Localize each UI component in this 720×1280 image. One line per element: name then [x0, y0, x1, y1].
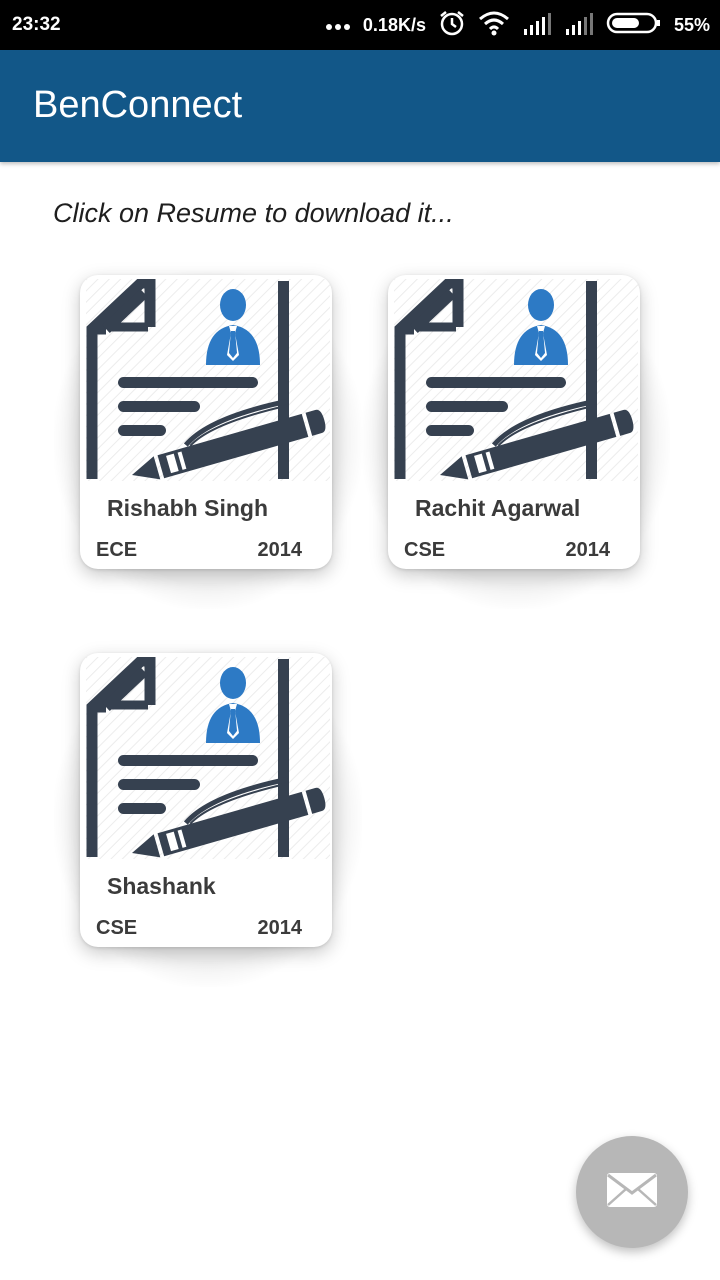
- resume-card[interactable]: Rishabh Singh ECE 2014: [80, 275, 332, 569]
- status-icons: 0.18K/s 55%: [325, 10, 710, 40]
- resume-icon: [86, 657, 330, 859]
- status-time: 23:32: [12, 14, 61, 35]
- resume-year: 2014: [257, 539, 303, 561]
- resume-year: 2014: [257, 917, 303, 939]
- status-bar: 23:32 0.18K/s 55%: [0, 0, 720, 50]
- resume-branch: CSE: [404, 539, 446, 561]
- resume-year: 2014: [565, 539, 611, 561]
- signal-icon: [522, 11, 552, 40]
- resume-branch: CSE: [96, 917, 138, 939]
- resume-card[interactable]: Shashank CSE 2014: [80, 653, 332, 947]
- resume-card-container: Rishabh Singh ECE 2014: [54, 271, 362, 609]
- app-bar: BenConnect: [0, 50, 720, 162]
- resume-icon: [394, 279, 638, 481]
- battery-level: 55%: [673, 14, 710, 35]
- network-speed: 0.18K/s: [362, 14, 426, 35]
- mail-icon: [606, 1172, 658, 1213]
- battery-icon: [606, 11, 662, 40]
- more-dots-icon: [325, 15, 351, 36]
- app-title: BenConnect: [33, 84, 243, 126]
- resume-name: Rishabh Singh: [107, 495, 268, 521]
- wifi-icon: [478, 10, 510, 41]
- resume-branch: ECE: [96, 539, 138, 561]
- resume-icon: [86, 279, 330, 481]
- alarm-icon: [438, 9, 466, 42]
- resume-card-container: Shashank CSE 2014: [54, 649, 362, 987]
- instruction-text: Click on Resume to download it...: [53, 198, 454, 228]
- resume-card[interactable]: Rachit Agarwal CSE 2014: [388, 275, 640, 569]
- resume-name: Shashank: [107, 873, 216, 899]
- resume-name: Rachit Agarwal: [415, 495, 581, 521]
- signal-icon: [564, 11, 594, 40]
- resume-card-container: Rachit Agarwal CSE 2014: [362, 271, 670, 609]
- mail-button[interactable]: [576, 1136, 688, 1248]
